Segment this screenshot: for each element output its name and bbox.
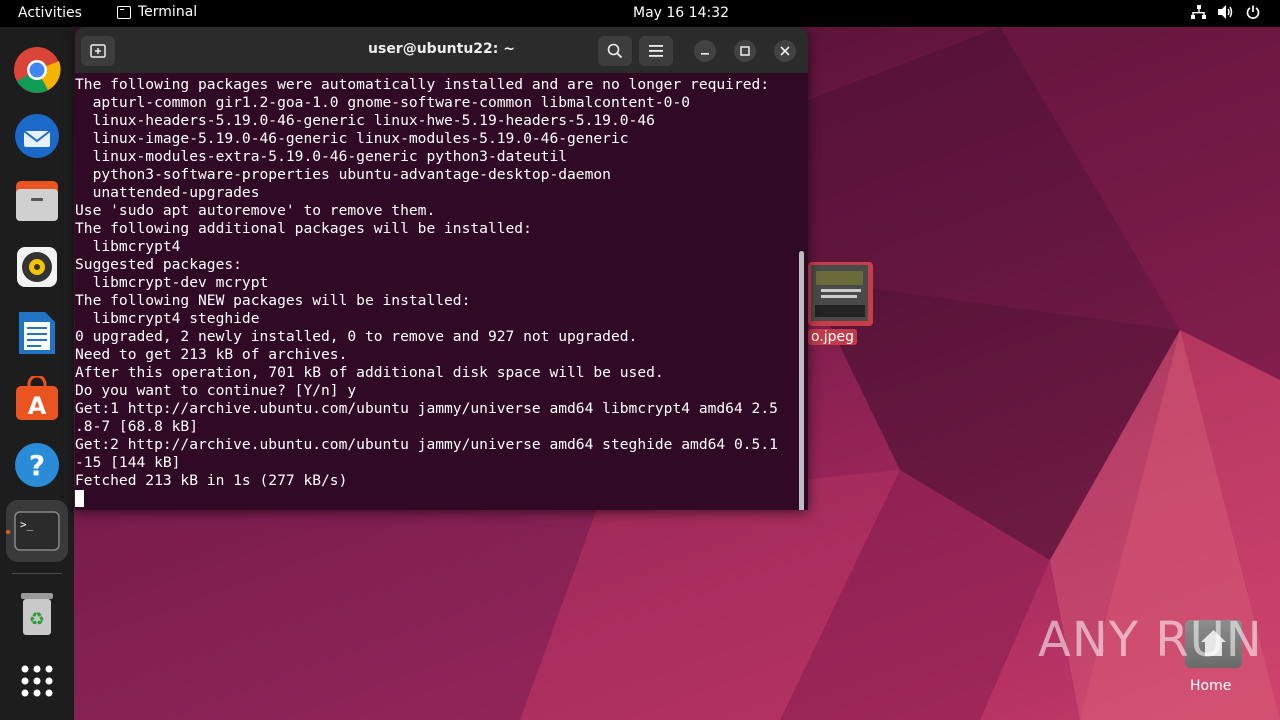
terminal-output: The following packages were automaticall…: [75, 76, 778, 489]
network-icon: [1191, 5, 1206, 19]
thunderbird-icon[interactable]: [13, 112, 61, 160]
home-folder-label[interactable]: Home: [1190, 678, 1231, 694]
clock[interactable]: May 16 14:32: [633, 5, 729, 21]
maximize-icon: [740, 46, 750, 56]
terminal-titlebar[interactable]: user@ubuntu22: ~: [75, 27, 808, 73]
trash-icon[interactable]: ♻: [13, 590, 61, 638]
watermark-text: ANY RUN: [1038, 612, 1263, 668]
terminal-cursor: [75, 490, 84, 507]
terminal-scrollbar[interactable]: [799, 251, 804, 510]
svg-text:>_: >_: [20, 518, 34, 531]
files-icon[interactable]: [13, 177, 61, 225]
terminal-dock-icon[interactable]: >_: [6, 500, 68, 562]
top-bar: Activities Terminal May 16 14:32: [0, 0, 1280, 27]
power-icon: [1246, 5, 1260, 19]
terminal-window[interactable]: user@ubuntu22: ~ The following packages …: [75, 27, 808, 510]
app-menu-button[interactable]: Terminal: [117, 4, 197, 20]
rhythmbox-icon[interactable]: [13, 243, 61, 291]
desktop-image-file-label[interactable]: o.jpeg: [808, 329, 858, 345]
system-tray[interactable]: [1191, 5, 1260, 19]
app-center-icon[interactable]: A: [13, 375, 61, 423]
running-indicator: [6, 530, 10, 534]
activities-button[interactable]: Activities: [18, 5, 82, 21]
minimize-icon: [701, 53, 709, 55]
dock: A ? >_ ♻: [0, 27, 74, 720]
close-button[interactable]: [774, 40, 796, 62]
chrome-icon[interactable]: [13, 46, 61, 94]
terminal-body[interactable]: The following packages were automaticall…: [75, 73, 808, 510]
volume-icon: [1218, 5, 1233, 19]
image-thumbnail: [811, 265, 868, 321]
svg-text:A: A: [28, 392, 47, 420]
desktop-image-file-icon[interactable]: [808, 262, 873, 326]
hamburger-menu-icon: [649, 45, 663, 57]
app-grid-icon[interactable]: [13, 657, 61, 705]
terminal-small-icon: [117, 5, 131, 19]
help-icon[interactable]: ?: [13, 441, 61, 489]
svg-text:♻: ♻: [29, 609, 45, 630]
writer-icon[interactable]: [13, 309, 61, 357]
menu-button[interactable]: [639, 36, 673, 66]
minimize-button[interactable]: [694, 40, 716, 62]
app-menu-label: Terminal: [138, 4, 198, 20]
search-icon: [607, 43, 623, 59]
svg-text:?: ?: [29, 449, 45, 482]
close-icon: [780, 46, 790, 56]
dock-separator: [12, 573, 62, 574]
search-button[interactable]: [598, 36, 632, 66]
maximize-button[interactable]: [734, 40, 756, 62]
